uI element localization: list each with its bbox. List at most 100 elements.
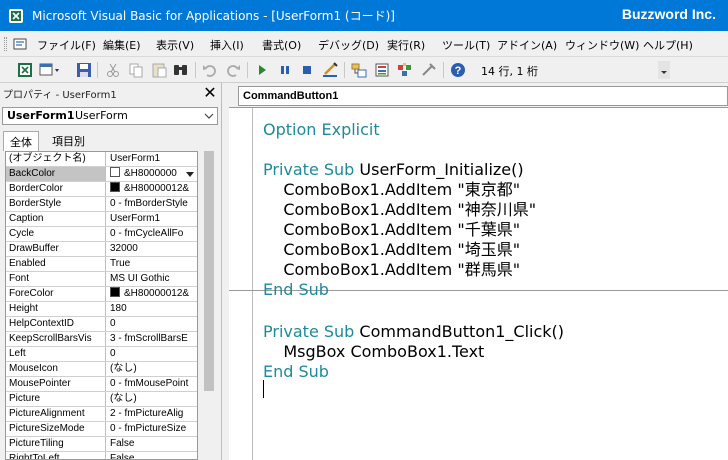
- menu-help[interactable]: ヘルプ(H): [643, 37, 693, 53]
- property-value[interactable]: 0 - fmPictureSize: [107, 422, 197, 436]
- property-name: MouseIcon: [6, 362, 106, 376]
- property-row[interactable]: BorderStyle 0 - fmBorderStyle: [6, 197, 197, 212]
- menu-grip[interactable]: [4, 37, 7, 51]
- property-row[interactable]: KeepScrollBarsVis 3 - fmScrollBarsE: [6, 332, 197, 347]
- property-row[interactable]: Font MS UI Gothic: [6, 272, 197, 287]
- property-row[interactable]: RightToLeft False: [6, 452, 197, 459]
- property-value[interactable]: 0 - fmMousePoint: [107, 377, 197, 391]
- paste-icon[interactable]: [150, 61, 168, 79]
- close-icon[interactable]: ✕: [202, 84, 218, 102]
- redo-icon[interactable]: [224, 61, 242, 79]
- code-line: Option Explicit: [263, 120, 380, 140]
- property-value[interactable]: 2 - fmPictureAlig: [107, 407, 197, 421]
- tab-alphabetic[interactable]: 全体: [3, 131, 39, 151]
- property-value[interactable]: 3 - fmScrollBarsE: [107, 332, 197, 346]
- property-row[interactable]: (オブジェクト名) UserForm1: [6, 152, 197, 167]
- property-value[interactable]: 180: [107, 302, 197, 316]
- property-row[interactable]: BorderColor &H80000012&: [6, 182, 197, 197]
- property-value[interactable]: 32000: [107, 242, 197, 256]
- toolbox-icon[interactable]: [420, 61, 438, 79]
- menu-insert[interactable]: 挿入(I): [210, 37, 244, 53]
- code-line: End Sub: [263, 362, 329, 382]
- undo-icon[interactable]: [201, 61, 219, 79]
- property-value[interactable]: &H80000012&: [107, 287, 197, 301]
- tab-categorized[interactable]: 項目別: [46, 131, 91, 151]
- property-row[interactable]: ForeColor &H80000012&: [6, 287, 197, 302]
- property-row[interactable]: PictureSizeMode 0 - fmPictureSize: [6, 422, 197, 437]
- property-row[interactable]: Enabled True: [6, 257, 197, 272]
- code-editor[interactable]: Option Explicit Private Sub UserForm_Init…: [229, 107, 728, 460]
- property-row[interactable]: Caption UserForm1: [6, 212, 197, 227]
- property-name: BorderStyle: [6, 197, 106, 211]
- cut-icon[interactable]: [104, 61, 122, 79]
- margin-indicator-bar: [252, 108, 253, 460]
- find-icon[interactable]: [172, 61, 190, 79]
- property-value[interactable]: 0: [107, 347, 197, 361]
- code-line: End Sub: [263, 280, 329, 300]
- property-row[interactable]: Left 0: [6, 347, 197, 362]
- color-swatch: [110, 182, 120, 192]
- menu-tools[interactable]: ツール(T): [442, 37, 490, 53]
- property-row[interactable]: Height 180: [6, 302, 197, 317]
- menu-window[interactable]: ウィンドウ(W): [565, 37, 639, 53]
- menu-addins[interactable]: アドイン(A): [497, 37, 557, 53]
- object-selector[interactable]: UserForm1 UserForm: [2, 107, 218, 125]
- property-value[interactable]: False: [107, 437, 197, 451]
- property-scrollbar[interactable]: [200, 151, 218, 460]
- property-value[interactable]: (なし): [107, 362, 197, 376]
- copy-icon[interactable]: [127, 61, 145, 79]
- project-explorer-icon[interactable]: [350, 61, 368, 79]
- break-icon[interactable]: [276, 61, 294, 79]
- property-row[interactable]: HelpContextID 0: [6, 317, 197, 332]
- code-keyword: Option Explicit: [263, 120, 380, 139]
- menu-run[interactable]: 実行(R): [387, 37, 425, 53]
- design-mode-icon[interactable]: [321, 61, 339, 79]
- property-row[interactable]: PictureAlignment 2 - fmPictureAlig: [6, 407, 197, 422]
- code-window: CommandButton1 Option Explicit Private Su…: [222, 83, 728, 460]
- menu-format[interactable]: 書式(O): [262, 37, 301, 53]
- property-value[interactable]: &H80000012&: [107, 182, 197, 196]
- object-combo[interactable]: CommandButton1: [238, 86, 728, 106]
- property-value-text: 3 - fmScrollBarsE: [110, 333, 188, 344]
- property-row[interactable]: MousePointer 0 - fmMousePoint: [6, 377, 197, 392]
- properties-icon[interactable]: [373, 61, 391, 79]
- property-value[interactable]: MS UI Gothic: [107, 272, 197, 286]
- property-row[interactable]: Cycle 0 - fmCycleAllFo: [6, 227, 197, 242]
- chevron-down-icon[interactable]: [185, 169, 195, 179]
- property-value[interactable]: &H8000000: [107, 167, 197, 181]
- property-value[interactable]: 0: [107, 317, 197, 331]
- menu-edit[interactable]: 編集(E): [103, 37, 141, 53]
- property-row[interactable]: PictureTiling False: [6, 437, 197, 452]
- property-value[interactable]: False: [107, 452, 197, 459]
- excel-icon[interactable]: [16, 61, 34, 79]
- toolbar-separator: [443, 62, 444, 78]
- chevron-down-icon[interactable]: [204, 111, 214, 121]
- property-value[interactable]: (なし): [107, 392, 197, 406]
- property-name: (オブジェクト名): [6, 152, 106, 166]
- property-value[interactable]: True: [107, 257, 197, 271]
- toolbar-overflow-icon[interactable]: [658, 61, 670, 79]
- run-icon[interactable]: [253, 61, 271, 79]
- toolbar-separator: [344, 62, 345, 78]
- menu-debug[interactable]: デバッグ(D): [318, 37, 379, 53]
- property-value[interactable]: UserForm1: [107, 212, 197, 226]
- menu-view[interactable]: 表示(V): [156, 37, 194, 53]
- insert-dropdown-icon[interactable]: [38, 61, 62, 79]
- object-browser-icon[interactable]: [396, 61, 414, 79]
- save-icon[interactable]: [75, 61, 93, 79]
- menu-file[interactable]: ファイル(F): [37, 37, 96, 53]
- property-row[interactable]: BackColor &H8000000: [6, 167, 197, 182]
- property-row[interactable]: DrawBuffer 32000: [6, 242, 197, 257]
- property-value[interactable]: 0 - fmCycleAllFo: [107, 227, 197, 241]
- help-icon[interactable]: ?: [449, 61, 467, 79]
- property-row[interactable]: Picture (なし): [6, 392, 197, 407]
- vba-module-icon[interactable]: [12, 36, 28, 52]
- property-name: DrawBuffer: [6, 242, 106, 256]
- code-keyword: End Sub: [263, 362, 329, 381]
- scrollbar-thumb[interactable]: [204, 151, 214, 391]
- property-row[interactable]: MouseIcon (なし): [6, 362, 197, 377]
- property-value[interactable]: 0 - fmBorderStyle: [107, 197, 197, 211]
- reset-icon[interactable]: [298, 61, 316, 79]
- object-combo-value: CommandButton1: [243, 90, 339, 102]
- property-value[interactable]: UserForm1: [107, 152, 197, 166]
